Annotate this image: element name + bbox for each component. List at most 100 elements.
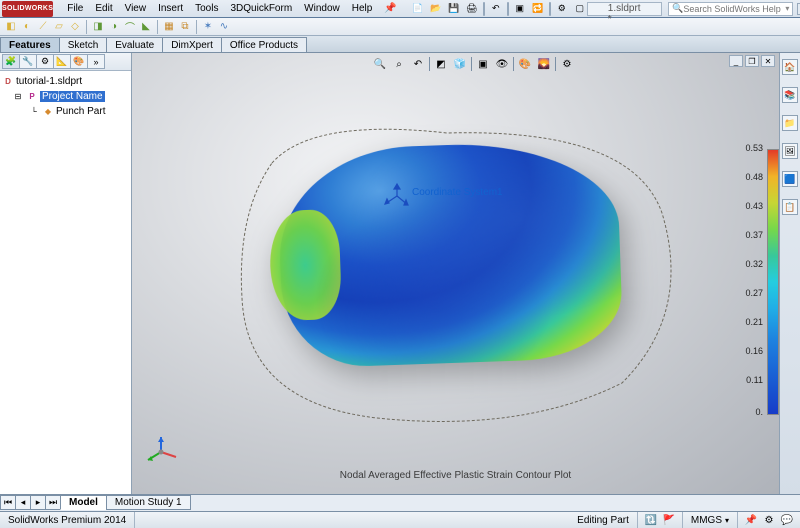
command-manager-tabs: Features Sketch Evaluate DimXpert Office… [0,36,800,53]
separator [555,57,556,71]
new-button[interactable]: 📄 [411,2,425,16]
separator [196,20,197,34]
menu-pin-icon[interactable]: 📌 [378,1,402,16]
design-library-tab-icon[interactable]: 📚 [782,87,798,103]
save-button[interactable]: 💾 [447,2,461,16]
tree-project[interactable]: ⊟ P Project Name [12,89,129,104]
file-explorer-tab-icon[interactable]: 📁 [782,115,798,131]
separator [429,57,430,71]
scene-icon[interactable]: 🌄 [536,57,552,71]
display-style-icon[interactable]: ▣ [475,57,491,71]
tree-punch-part[interactable]: └ ◆ Punch Part [28,104,129,119]
tab-features[interactable]: Features [0,37,60,52]
sweep-icon[interactable]: ⟋ [36,20,50,34]
viewport-close-button[interactable]: ✕ [761,55,775,67]
viewport-minimize-button[interactable]: _ [729,55,743,67]
configuration-manager-tab-icon[interactable]: ⚙ [36,54,54,69]
fillet-icon[interactable]: ⌒ [123,20,137,34]
tab-scroll-first-icon[interactable]: ⏮ [0,495,16,510]
rebuild-button[interactable]: 🔁 [531,2,545,16]
status-reload-icon[interactable]: 🔃 [644,514,658,526]
tab-office-products[interactable]: Office Products [221,37,307,52]
viewport-restore-button[interactable]: ❐ [745,55,759,67]
collapse-icon[interactable]: ⊟ [12,91,24,103]
revolve-icon[interactable]: ◐ [20,20,34,34]
tree-root[interactable]: D tutorial-1.sldprt [2,74,129,89]
menu-window[interactable]: Window [298,1,346,16]
view-palette-tab-icon[interactable]: 🖼 [782,143,798,159]
status-pin-icon[interactable]: 📌 [744,514,758,526]
open-button[interactable]: 📂 [429,2,443,16]
plot-title: Nodal Averaged Effective Plastic Strain … [340,470,571,481]
bottom-tab-motion-study[interactable]: Motion Study 1 [106,495,191,510]
select-button[interactable]: ▣ [513,2,527,16]
search-input[interactable] [683,4,783,14]
section-view-icon[interactable]: ◩ [433,57,449,71]
search-dropdown-icon[interactable]: ▾ [785,4,789,13]
display-manager-tab-icon[interactable]: 🎨 [70,54,88,69]
tab-dimxpert[interactable]: DimXpert [162,37,222,52]
view-settings-icon[interactable]: ⚙ [559,57,575,71]
cut-revolve-icon[interactable]: ◑ [107,20,121,34]
tab-scroll-prev-icon[interactable]: ◂ [15,495,31,510]
search-icon: 🔍 [672,3,683,14]
extrude-icon[interactable]: ◧ [4,20,18,34]
curves-icon[interactable]: ∿ [217,20,231,34]
legend-tick-3: 0.37 [739,230,763,240]
print-button[interactable]: 🖨 [465,2,479,16]
property-manager-tab-icon[interactable]: 🔧 [19,54,37,69]
chamfer-icon[interactable]: ◣ [139,20,153,34]
app-logo: SOLIDWORKS [2,1,53,17]
status-icons: 🔃 🚩 [638,512,683,528]
zoom-fit-icon[interactable]: 🔍 [372,57,388,71]
menu-3dquickform[interactable]: 3DQuickForm [224,1,298,16]
undo-button[interactable]: ↶ [489,2,503,16]
dimxpert-manager-tab-icon[interactable]: 📐 [53,54,71,69]
view-triad[interactable] [144,435,178,469]
menu-file[interactable]: File [61,1,89,16]
loft-icon[interactable]: ▱ [52,20,66,34]
feature-manager-tab-icon[interactable]: 🧩 [2,54,20,69]
tab-scroll-next-icon[interactable]: ▸ [30,495,46,510]
document-tab[interactable]: tutorial-1.sldprt * [587,2,662,16]
zoom-area-icon[interactable]: ⌕ [391,57,407,71]
screen-capture-button[interactable]: ▢ [573,2,587,16]
graphics-viewport[interactable]: 🔍 ⌕ ↶ ◩ 🧊 ▣ 👁 🎨 🌄 ⚙ _ ❐ ✕ [132,53,779,499]
menu-tools[interactable]: Tools [189,1,224,16]
help-search[interactable]: 🔍 ▾ [668,2,793,16]
status-help-icon[interactable]: 💬 [780,514,794,526]
resources-tab-icon[interactable]: 🏠 [782,59,798,75]
status-units[interactable]: MMGS ▾ [683,512,738,528]
boundary-icon[interactable]: ◇ [68,20,82,34]
cut-extrude-icon[interactable]: ◨ [91,20,105,34]
tab-evaluate[interactable]: Evaluate [106,37,163,52]
reference-icon[interactable]: ✶ [201,20,215,34]
status-flag-icon[interactable]: 🚩 [662,514,676,526]
mirror-icon[interactable]: ⧉ [178,20,192,34]
menu-insert[interactable]: Insert [152,1,189,16]
view-orientation-icon[interactable]: 🧊 [452,57,468,71]
previous-view-icon[interactable]: ↶ [410,57,426,71]
tab-scroll-last-icon[interactable]: ⏭ [45,495,61,510]
motion-study-tabs: ⏮ ◂ ▸ ⏭ Model Motion Study 1 [0,494,800,511]
menu-edit[interactable]: Edit [89,1,118,16]
options-button[interactable]: ⚙ [555,2,569,16]
panel-overflow-icon[interactable]: » [87,54,105,69]
separator [507,2,509,16]
legend-tick-4: 0.32 [739,259,763,269]
tree-root-label: tutorial-1.sldprt [16,76,82,87]
tab-sketch[interactable]: Sketch [59,37,108,52]
status-settings-icon[interactable]: ⚙ [762,514,776,526]
menu-help[interactable]: Help [346,1,379,16]
pattern-icon[interactable]: ▦ [162,20,176,34]
status-mode: Editing Part [569,512,638,528]
appearance-icon[interactable]: 🎨 [517,57,533,71]
menu-view[interactable]: View [119,1,153,16]
feature-tree[interactable]: D tutorial-1.sldprt ⊟ P Project Name └ ◆… [0,71,131,499]
part-icon: D [2,76,14,88]
separator [471,57,472,71]
custom-props-tab-icon[interactable]: 📋 [782,199,798,215]
hide-show-icon[interactable]: 👁 [494,57,510,71]
bottom-tab-model[interactable]: Model [60,495,107,510]
appearances-tab-icon[interactable]: 🟦 [782,171,798,187]
